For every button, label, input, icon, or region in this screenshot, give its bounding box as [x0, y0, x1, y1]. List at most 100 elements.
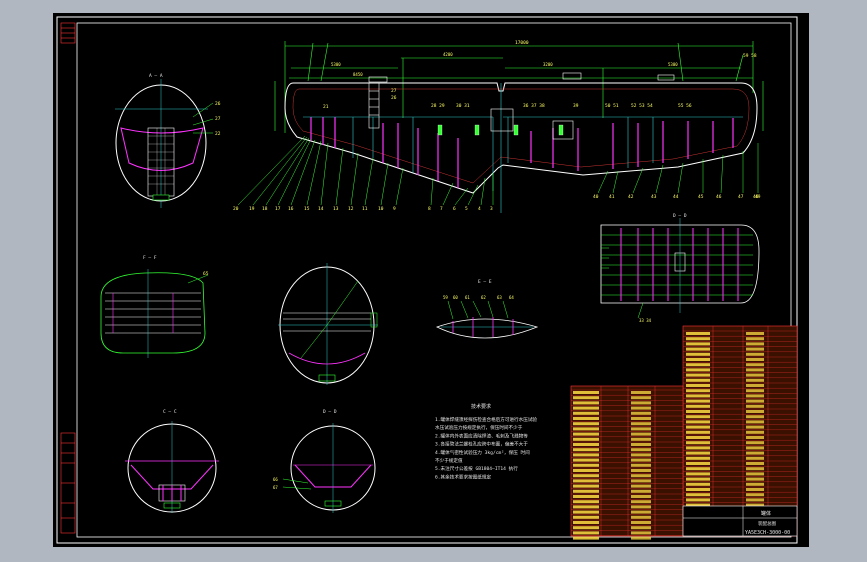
callout-18: 18 [262, 206, 268, 212]
bom-cell [686, 498, 710, 502]
section-c-c: C — C [125, 409, 219, 513]
section-label-ff: F — F [143, 255, 157, 261]
bom-cell [573, 406, 599, 410]
bom-cell [686, 342, 710, 346]
bom-cell [686, 368, 710, 372]
bom-cell [746, 332, 764, 335]
callout-8: 8 [428, 206, 431, 212]
bom-cell [686, 410, 710, 413]
svg-text:64: 64 [509, 295, 514, 300]
section-e-e: E — E 59 60 61 62 63 64 [435, 279, 539, 339]
bom-cell [746, 404, 764, 408]
bom-cell [686, 436, 710, 439]
bom-cell [686, 378, 710, 382]
bom-cell [746, 399, 764, 403]
bom-cell [573, 437, 599, 441]
callout-11: 11 [362, 206, 368, 212]
bom-cell [746, 352, 764, 356]
svg-text:59: 59 [443, 295, 448, 300]
bom-cell [631, 526, 651, 530]
bom-cell [631, 458, 651, 462]
bom-cell [746, 394, 764, 398]
bom-cell [631, 484, 651, 488]
svg-text:67: 67 [273, 485, 278, 490]
bom-cell [746, 477, 764, 481]
bom-cell [686, 472, 710, 476]
bom-cell [746, 425, 764, 429]
callout-20: 20 [233, 206, 239, 212]
bom-cell [573, 422, 599, 426]
bom-cell [573, 396, 599, 400]
bom-cell [686, 384, 710, 387]
svg-text:26: 26 [215, 101, 221, 107]
dim-overall: 17000 [515, 40, 529, 46]
bom-cell [573, 489, 599, 493]
bom-cell [746, 363, 764, 367]
bom-cell [746, 446, 764, 450]
callouts-right: 40 41 42 43 44 45 46 47 4849 [593, 194, 761, 200]
bom-cell [686, 477, 710, 481]
callout-45: 45 [698, 194, 704, 200]
svg-text:63: 63 [497, 295, 502, 300]
bom-cell [746, 373, 764, 377]
notes-title: 技术要求 [471, 403, 491, 410]
bom-cell [631, 521, 651, 524]
bom-cell [631, 396, 651, 400]
notes-line: 不少于规定值 [435, 457, 463, 464]
bom-cell [686, 482, 710, 486]
bom-cell [686, 456, 710, 460]
svg-text:66: 66 [273, 477, 278, 482]
bom-cell [631, 443, 651, 446]
svg-text:61: 61 [465, 295, 470, 300]
bom-cell [631, 417, 651, 420]
section-label-ee: E — E [478, 279, 492, 285]
bom-cell [573, 526, 599, 530]
bom-cell [686, 358, 710, 361]
bom-cell [573, 474, 599, 478]
cad-drawing: 17000 5300 4200 3200 5300 8450 20 19 18 … [56, 16, 798, 544]
drawing-sheet[interactable]: 17000 5300 4200 3200 5300 8450 20 19 18 … [53, 13, 809, 547]
bom-cell [686, 399, 710, 403]
dim-center: 8450 [353, 72, 363, 77]
bom-cell [686, 493, 710, 497]
bom-cell [631, 469, 651, 472]
notes-line: 3.各接管法兰螺栓孔应跨中布置，偏差不大于 [435, 441, 528, 448]
bom-cell [573, 531, 599, 535]
bom-cell [686, 441, 710, 445]
svg-text:27: 27 [215, 116, 221, 122]
bom-cell [631, 479, 651, 483]
bom-cell [746, 358, 764, 361]
bom-cell [631, 448, 651, 452]
bom-cell [746, 389, 764, 393]
notes-line: 2.罐体内外表面应清除焊渣、毛刺及飞溅物等 [435, 432, 528, 439]
bom-cell [686, 389, 710, 393]
callout-12: 12 [348, 206, 354, 212]
bom-cell [746, 482, 764, 486]
callout-40: 40 [593, 194, 599, 200]
dim-mid: 4200 [443, 52, 453, 57]
callout-3: 3 [490, 206, 493, 212]
bom-cell [746, 378, 764, 382]
bom-cell [746, 347, 764, 351]
callout-49: 49 [755, 194, 761, 200]
callout-6: 6 [453, 206, 456, 212]
callout-39: 39 [573, 103, 579, 109]
dim-mid2: 3200 [543, 62, 553, 67]
bom-cell [686, 420, 710, 424]
callout-13: 13 [333, 206, 339, 212]
bom-cell [746, 498, 764, 502]
dim-left: 5300 [331, 62, 341, 67]
cad-viewport[interactable]: 17000 5300 4200 3200 5300 8450 20 19 18 … [0, 0, 867, 562]
bom-cell [631, 411, 651, 415]
section-label-cc: C — C [163, 409, 177, 415]
bom-cell [631, 406, 651, 410]
bom-cell [631, 489, 651, 493]
bom-cell [573, 536, 599, 540]
bom-cell [746, 368, 764, 372]
callout-4: 4 [478, 206, 481, 212]
bom-cell [573, 463, 599, 467]
bom-cell [631, 495, 651, 498]
callout-50: 50 51 [605, 103, 619, 109]
bom-cell [573, 391, 599, 394]
callout-15: 15 [304, 206, 310, 212]
